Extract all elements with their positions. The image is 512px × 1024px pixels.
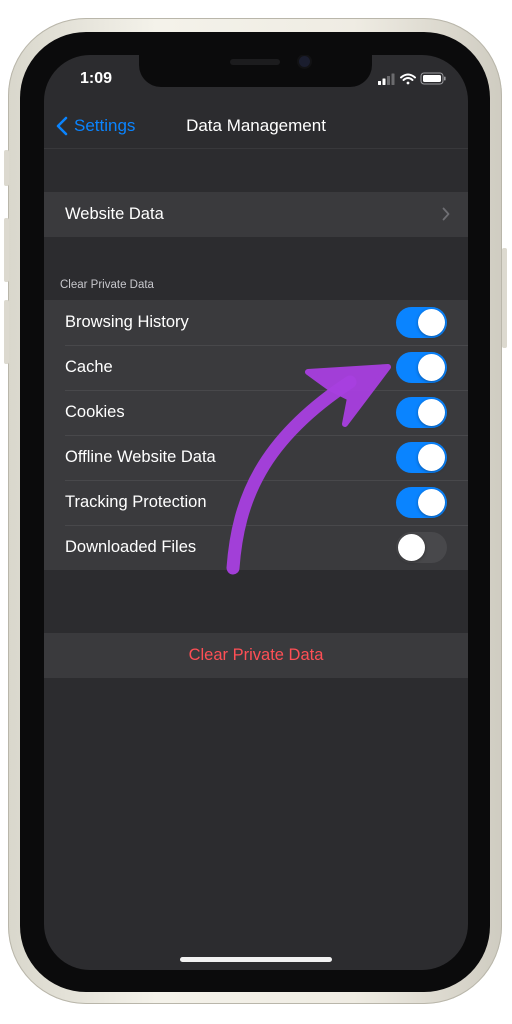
signal-icon	[378, 73, 395, 85]
power-button	[502, 248, 507, 348]
toggle-row-cache: Cache	[44, 345, 468, 390]
toggle-row-downloaded-files: Downloaded Files	[44, 525, 468, 570]
toggle-label: Tracking Protection	[65, 493, 207, 511]
status-time: 1:09	[80, 70, 113, 87]
downloaded-files-toggle[interactable]	[396, 532, 447, 563]
toggle-knob	[398, 534, 425, 561]
volume-down-button	[4, 300, 9, 364]
toggle-knob	[418, 444, 445, 471]
website-data-row[interactable]: Website Data	[44, 192, 468, 237]
silent-switch	[4, 150, 9, 186]
toggle-row-offline-website-data: Offline Website Data	[44, 435, 468, 480]
tracking-protection-toggle[interactable]	[396, 487, 447, 518]
toggle-knob	[418, 309, 445, 336]
notch	[139, 55, 372, 87]
wifi-icon	[400, 73, 416, 85]
home-indicator[interactable]	[180, 957, 332, 962]
clear-private-data-group: Browsing History Cache Cookies Offline W…	[44, 300, 468, 570]
status-icons	[378, 71, 448, 87]
section-header: Clear Private Data	[60, 279, 154, 291]
nav-divider	[44, 148, 468, 149]
toggle-row-tracking-protection: Tracking Protection	[44, 480, 468, 525]
front-camera	[299, 56, 310, 67]
toggle-row-browsing-history: Browsing History	[44, 300, 468, 345]
toggle-row-cookies: Cookies	[44, 390, 468, 435]
toggle-label: Cache	[65, 358, 113, 376]
offline-website-data-toggle[interactable]	[396, 442, 447, 473]
toggle-label: Downloaded Files	[65, 538, 197, 556]
toggle-knob	[418, 354, 445, 381]
toggle-label: Browsing History	[65, 313, 189, 331]
cookies-toggle[interactable]	[396, 397, 447, 428]
screen: 1:09 Settings Data Management Website Da…	[44, 55, 468, 970]
toggle-label: Cookies	[65, 403, 125, 421]
toggle-label: Offline Website Data	[65, 448, 216, 466]
navigation-bar: Settings Data Management	[44, 100, 468, 148]
website-data-group: Website Data	[44, 192, 468, 237]
page-title: Data Management	[186, 116, 326, 135]
toggle-knob	[418, 489, 445, 516]
volume-up-button	[4, 218, 9, 282]
website-data-label: Website Data	[65, 205, 164, 223]
cache-toggle[interactable]	[396, 352, 447, 383]
browsing-history-toggle[interactable]	[396, 307, 447, 338]
battery-icon	[420, 72, 446, 85]
toggle-knob	[418, 399, 445, 426]
clear-private-data-button[interactable]: Clear Private Data	[44, 633, 468, 678]
chevron-right-icon	[442, 207, 450, 221]
speaker-grille	[230, 59, 280, 65]
